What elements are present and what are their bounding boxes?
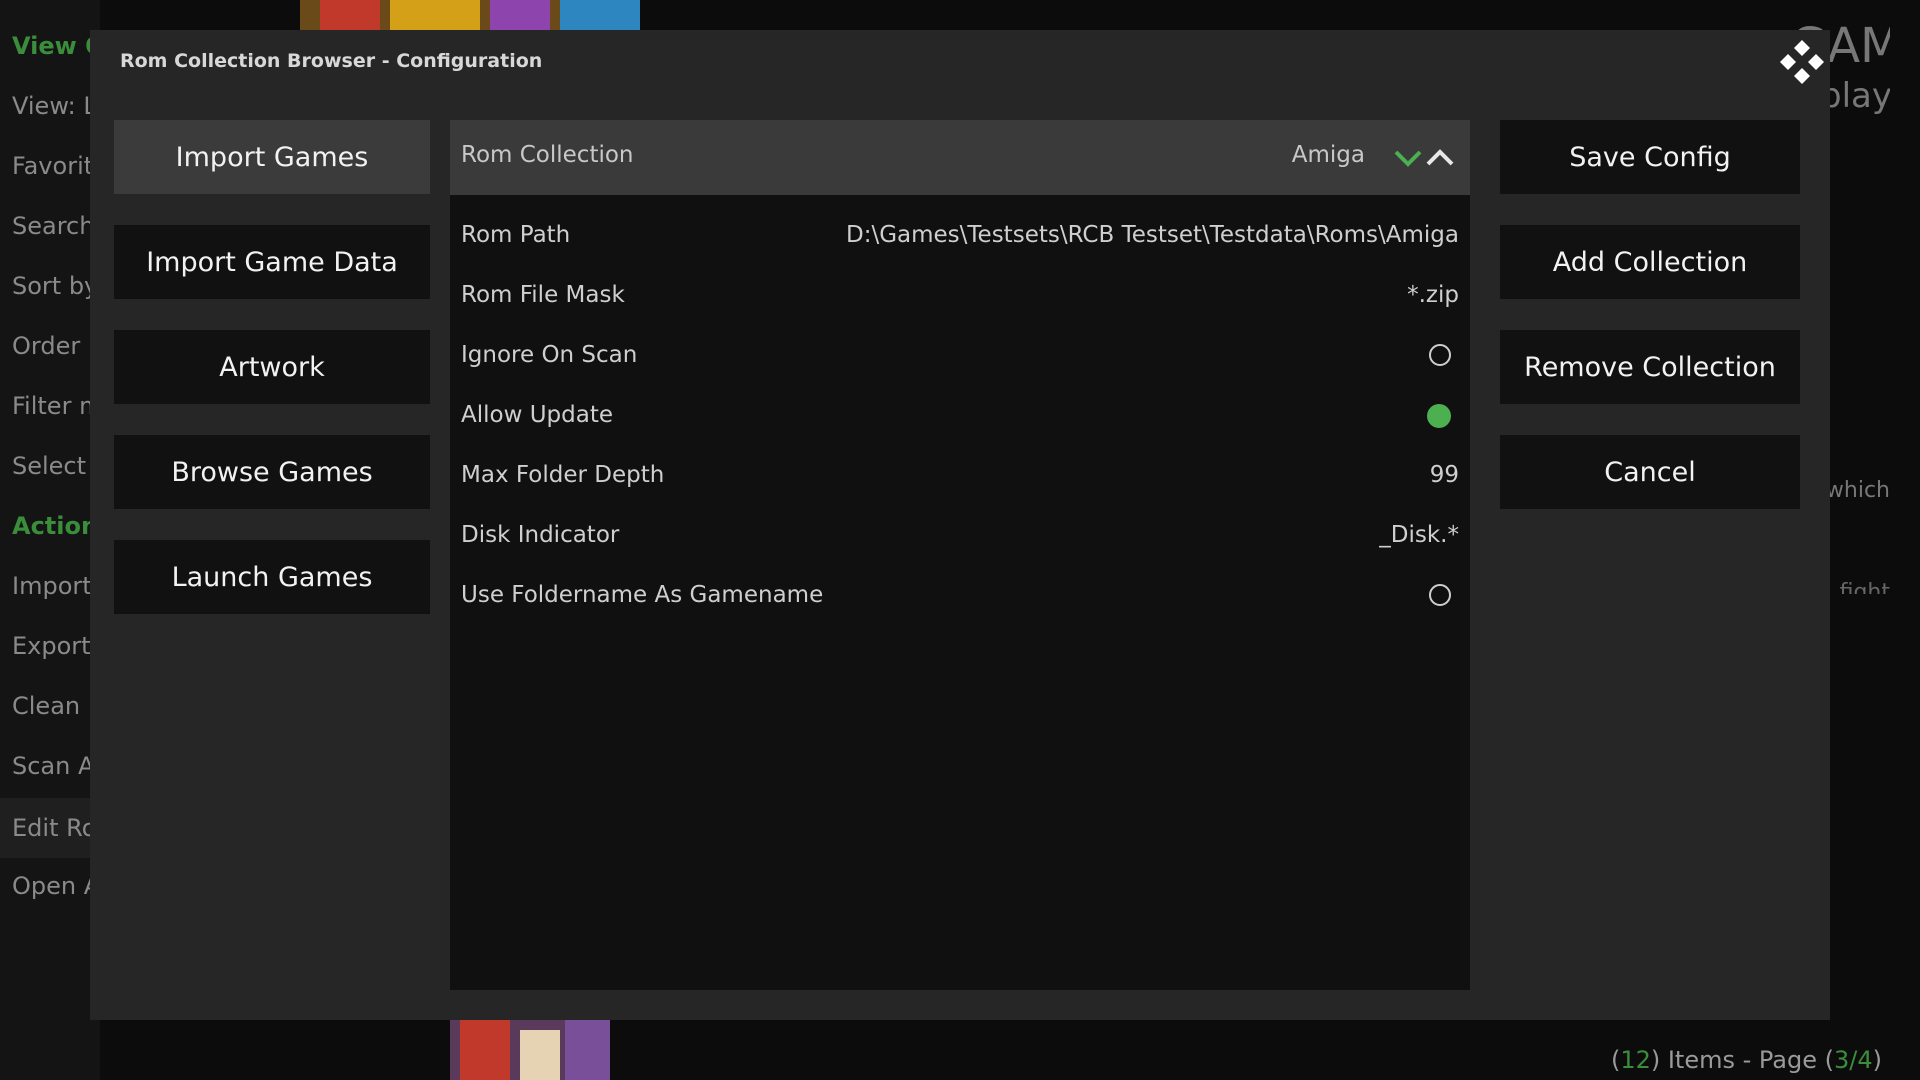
background-game-art-bottom [450,1020,610,1080]
background-menu-item: Clean Database [12,692,92,720]
cancel-button[interactable]: Cancel [1500,435,1800,509]
ignore-on-scan-label: Ignore On Scan [461,342,638,368]
background-menu-item: View: List [12,92,92,120]
max-folder-depth-value: 99 [1429,462,1459,488]
import-game-data-button[interactable]: Import Game Data [114,225,430,299]
max-folder-depth-label: Max Folder Depth [461,462,665,488]
allow-update-radio[interactable] [1427,404,1451,428]
background-text-fragment: which [1825,478,1890,503]
background-menu-item: Favorites [12,152,92,180]
settings-panel: Rom Collection Amiga Rom Path D:\Games\T… [450,120,1470,990]
max-folder-depth-row[interactable]: Max Folder Depth 99 [461,458,1459,498]
use-foldername-row[interactable]: Use Foldername As Gamename [461,578,1459,618]
background-menu-item: Filter menu [12,392,92,420]
rom-path-label: Rom Path [461,222,571,248]
use-foldername-label: Use Foldername As Gamename [461,582,824,608]
rom-file-mask-value: *.zip [1407,282,1459,308]
background-menu-item: View Options [12,32,92,60]
background-menu-item: Order [12,332,81,360]
allow-update-label: Allow Update [461,402,614,428]
configuration-dialog: Rom Collection Browser - Configuration I… [90,30,1830,1020]
browse-games-button[interactable]: Browse Games [114,435,430,509]
rom-collection-label: Rom Collection [461,142,634,168]
background-menu-item: Sort by [12,272,92,300]
items-page-footer: (12) Items - Page (3/4) [1610,1046,1882,1074]
kodi-logo-icon [1780,40,1824,84]
disk-indicator-row[interactable]: Disk Indicator _Disk.* [461,518,1459,558]
background-menu-item: Export Game Data [12,632,92,660]
background-text-fragment-2: fight [1839,580,1890,594]
chevron-down-icon [1394,150,1422,167]
right-button-column: Save Config Add Collection Remove Collec… [1500,120,1800,540]
background-subtitle-fragment: playing [1820,76,1890,116]
rom-file-mask-row[interactable]: Rom File Mask *.zip [461,278,1459,318]
left-button-column: Import Games Import Game Data Artwork Br… [114,120,430,645]
save-config-button[interactable]: Save Config [1500,120,1800,194]
launch-games-button[interactable]: Launch Games [114,540,430,614]
disk-indicator-value: _Disk.* [1379,522,1459,548]
page-indicator: 3/4 [1834,1046,1873,1074]
import-games-button[interactable]: Import Games [114,120,430,194]
remove-collection-button[interactable]: Remove Collection [1500,330,1800,404]
dialog-title: Rom Collection Browser - Configuration [120,50,543,72]
rom-collection-value: Amiga [1291,142,1365,168]
rom-path-value: D:\Games\Testsets\RCB Testset\Testdata\R… [846,222,1459,248]
ignore-on-scan-row[interactable]: Ignore On Scan [461,338,1459,378]
background-menu-item: Scan Artwork [12,752,92,780]
ignore-on-scan-radio[interactable] [1429,344,1451,366]
background-menu-item: Edit Rom Collection [0,798,100,858]
rom-file-mask-label: Rom File Mask [461,282,625,308]
rom-path-row[interactable]: Rom Path D:\Games\Testsets\RCB Testset\T… [461,218,1459,258]
rom-collection-selector[interactable]: Rom Collection Amiga [450,120,1470,195]
chevron-up-icon [1426,149,1454,166]
artwork-button[interactable]: Artwork [114,330,430,404]
background-menu-item: Open Addon Settings [12,872,92,900]
use-foldername-radio[interactable] [1429,584,1451,606]
background-menu-item: Actions [12,512,92,540]
background-game-art-top [300,0,640,30]
allow-update-row[interactable]: Allow Update [461,398,1459,438]
disk-indicator-label: Disk Indicator [461,522,620,548]
add-collection-button[interactable]: Add Collection [1500,225,1800,299]
background-menu-item: Import Games [12,572,92,600]
background-menu-item: Search [12,212,92,240]
spinner-arrows [1394,149,1454,167]
items-count: 12 [1620,1046,1651,1074]
background-menu-item: Select Collection [12,452,92,480]
